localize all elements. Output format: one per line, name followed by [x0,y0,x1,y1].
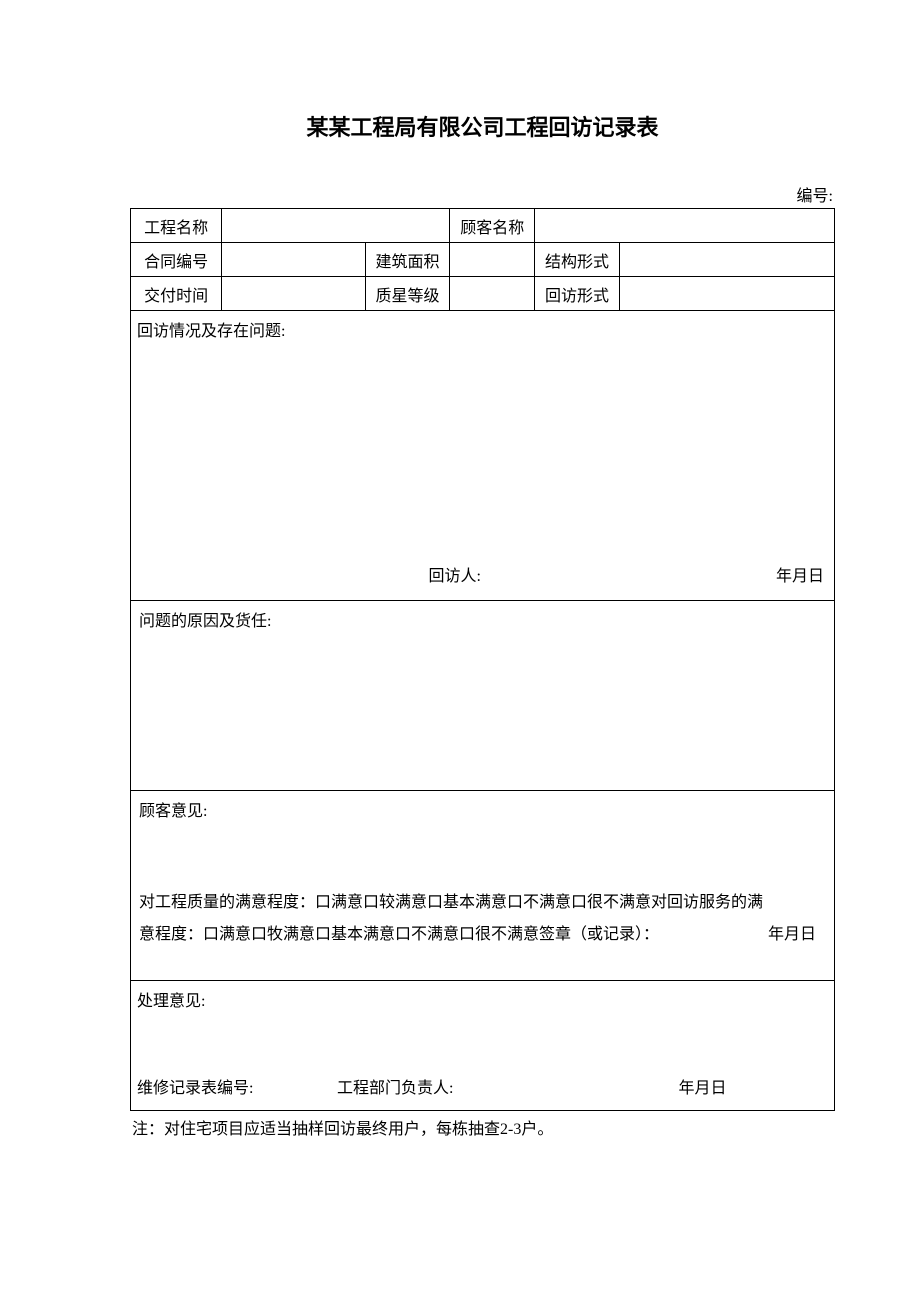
field-building-area[interactable] [450,243,535,277]
field-project-name[interactable] [222,209,450,243]
label-delivery-time: 交付时间 [131,277,222,311]
table-row: 交付时间 质星等级 回访形式 [131,277,835,311]
reason-cell[interactable]: 问题的原因及货任: [131,601,835,791]
field-customer-name[interactable] [535,209,835,243]
handle-opinion-cell[interactable]: 处理意见: 维修记录表编号: 工程部门负责人: 年月日 [131,981,835,1111]
field-delivery-time[interactable] [222,277,365,311]
label-contract-no: 合同编号 [131,243,222,277]
customer-opinion-cell[interactable]: 顾客意见: 对工程质量的满意程度：口满意口较满意口基本满意口不满意口很不满意对回… [131,791,835,981]
field-contract-no[interactable] [222,243,365,277]
footnote: 注：对住宅项目应适当抽样回访最终用户，每栋抽查2-3户。 [130,1115,835,1139]
opinion-line-2-prefix: 意程度：口满意口牧满意口基本满意口不满意口很不满意签章（或记录）： [139,926,659,943]
table-row: 顾客意见: 对工程质量的满意程度：口满意口较满意口基本满意口不满意口很不满意对回… [131,791,835,981]
handle-opinion-label: 处理意见: [137,987,205,1017]
document-title: 某某工程局有限公司工程回访记录表 [130,110,835,142]
visitor-label: 回访人: [131,562,481,592]
table-row: 合同编号 建筑面积 结构形式 [131,243,835,277]
form-table: 工程名称 顾客名称 合同编号 建筑面积 结构形式 交付时间 质星等级 回访形式 … [130,208,835,1111]
opinion-date-label: 年月日 [768,919,816,951]
customer-opinion-label: 顾客意见: [139,797,826,827]
visit-situation-label: 回访情况及存在问题: [137,317,285,347]
label-visit-form: 回访形式 [535,277,620,311]
label-customer-name: 顾客名称 [450,209,535,243]
label-structure-form: 结构形式 [535,243,620,277]
table-row: 工程名称 顾客名称 [131,209,835,243]
field-structure-form[interactable] [619,243,834,277]
visit-date-label: 年月日 [481,562,834,592]
field-quality-grade[interactable] [450,277,535,311]
table-row: 问题的原因及货任: [131,601,835,791]
serial-number-label: 编号: [130,182,835,206]
dept-manager-label: 工程部门负责人: [337,1074,537,1104]
field-visit-form[interactable] [619,277,834,311]
label-project-name: 工程名称 [131,209,222,243]
reason-label: 问题的原因及货任: [139,607,826,637]
label-building-area: 建筑面积 [365,243,450,277]
table-row: 处理意见: 维修记录表编号: 工程部门负责人: 年月日 [131,981,835,1111]
opinion-line-1: 对工程质量的满意程度：口满意口较满意口基本满意口不满意口很不满意对回访服务的满 [139,887,826,919]
table-row: 回访情况及存在问题: 回访人: 年月日 [131,311,835,601]
label-quality-grade: 质星等级 [365,277,450,311]
repair-record-no-label: 维修记录表编号: [137,1074,337,1104]
opinion-line-2: 意程度：口满意口牧满意口基本满意口不满意口很不满意签章（或记录）： 年月日 [139,919,826,951]
handle-date-label: 年月日 [537,1074,828,1104]
visit-situation-cell[interactable]: 回访情况及存在问题: 回访人: 年月日 [131,311,835,601]
